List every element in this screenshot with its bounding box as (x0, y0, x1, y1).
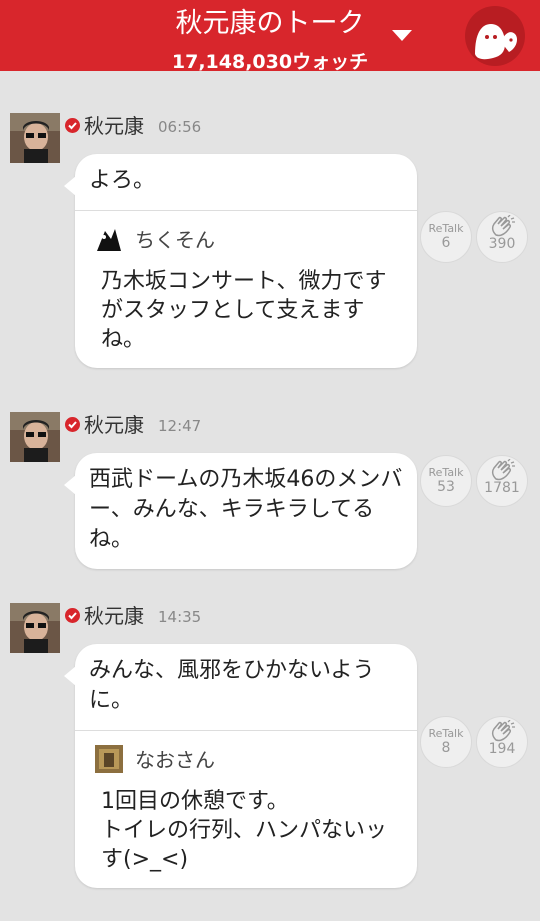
message-text: 西武ドームの乃木坂46のメンバー、みんな、キラキラしてるね。 (89, 467, 403, 552)
retalk-button[interactable]: ReTalk 8 (420, 716, 472, 768)
verified-icon (65, 417, 80, 432)
avatar[interactable] (10, 412, 60, 462)
quote-author: ちくそん (135, 228, 215, 252)
mascot-icon[interactable] (465, 6, 525, 66)
talk-title[interactable]: 秋元康のトーク (0, 6, 540, 42)
verified-icon (65, 608, 80, 623)
clap-icon (491, 720, 515, 742)
post-time: 14:35 (158, 608, 202, 626)
retalk-button[interactable]: ReTalk 6 (420, 211, 472, 263)
clap-button[interactable]: 390 (476, 211, 528, 263)
author-name[interactable]: 秋元康 (84, 113, 144, 139)
watch-count: 17,148,030ウォッチ (171, 51, 369, 73)
quote-text: 乃木坂コンサート、微力ですがスタッフとして支えますね。 (101, 269, 387, 352)
retalk-count: 6 (441, 235, 451, 251)
dropdown-caret-icon[interactable] (392, 30, 412, 41)
quoted-post[interactable]: なおさん 1回目の休憩です。 トイレの行列、ハンパないッす(>_<) (75, 730, 417, 888)
avatar[interactable] (10, 603, 60, 653)
message-text: みんな、風邪をひかないように。 (89, 658, 375, 713)
retalk-label: ReTalk (428, 222, 464, 235)
quoted-post[interactable]: ちくそん 乃木坂コンサート、微力ですがスタッフとして支えますね。 (75, 210, 417, 368)
avatar[interactable] (10, 113, 60, 163)
retalk-button[interactable]: ReTalk 53 (420, 455, 472, 507)
clap-icon (491, 459, 515, 481)
message-bubble[interactable]: みんな、風邪をひかないように。 なおさん 1回目の休憩です。 トイレの行列、ハン… (64, 644, 417, 888)
author-name[interactable]: 秋元康 (84, 603, 144, 629)
retalk-label: ReTalk (428, 727, 464, 740)
retalk-count: 53 (437, 479, 455, 495)
bubble-tail (64, 475, 76, 495)
message-bubble[interactable]: よろ。 ちくそん 乃木坂コンサート、微力ですがスタッフとして支えますね。 (64, 154, 417, 368)
author-name[interactable]: 秋元康 (84, 412, 144, 438)
clap-icon (491, 215, 515, 237)
clap-count: 194 (488, 741, 516, 757)
header-bar: 秋元康のトーク 17,148,030ウォッチ (0, 0, 540, 73)
message-text: よろ。 (89, 168, 156, 193)
post-time: 06:56 (158, 118, 202, 136)
retalk-count: 8 (441, 740, 451, 756)
bubble-tail (64, 666, 76, 686)
clap-count: 390 (488, 236, 516, 252)
message-bubble[interactable]: 西武ドームの乃木坂46のメンバー、みんな、キラキラしてるね。 (64, 453, 417, 569)
quote-avatar (95, 745, 123, 773)
clap-button[interactable]: 194 (476, 716, 528, 768)
quote-author: なおさん (135, 748, 215, 772)
clap-button[interactable]: 1781 (476, 455, 528, 507)
post-time: 12:47 (158, 417, 202, 435)
quote-avatar (95, 225, 123, 253)
verified-icon (65, 118, 80, 133)
bubble-tail (64, 176, 76, 196)
quote-text: 1回目の休憩です。 トイレの行列、ハンパないッす(>_<) (101, 789, 388, 872)
clap-count: 1781 (484, 480, 520, 496)
retalk-label: ReTalk (428, 466, 464, 479)
